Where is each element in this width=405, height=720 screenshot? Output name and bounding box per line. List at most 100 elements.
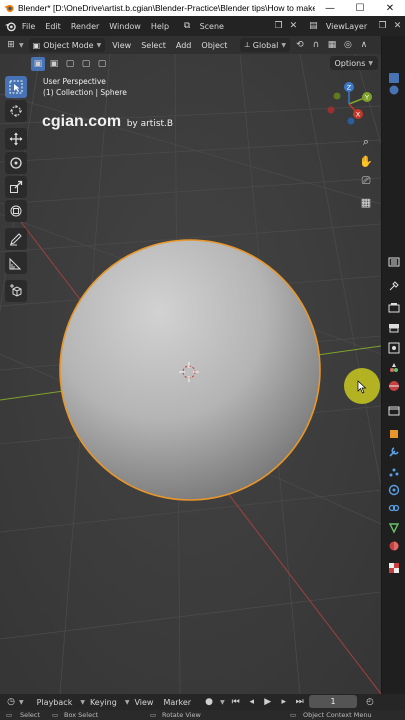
options-dropdown[interactable]: Options ▼ [329, 56, 378, 70]
mode-dropdown[interactable]: ▣ Object Mode ▼ [28, 38, 106, 52]
measure-tool[interactable] [5, 252, 27, 274]
select-invert-icon[interactable]: ▢ [79, 57, 93, 71]
snap-target-icon[interactable]: ▦ [325, 38, 339, 52]
status-select: Select [20, 711, 41, 719]
collection-properties-icon[interactable] [388, 404, 400, 416]
menu-keying[interactable]: Keying [85, 698, 122, 707]
proportional-edit-icon[interactable]: ◎ [341, 38, 355, 52]
add-cube-tool[interactable] [5, 280, 27, 302]
menu-render[interactable]: Render [66, 22, 104, 31]
tool-settings-icon[interactable] [388, 280, 400, 292]
3d-viewport[interactable]: Options ▼ [0, 54, 381, 694]
menu-playback[interactable]: Playback [32, 698, 78, 707]
maximize-button[interactable]: ☐ [345, 3, 375, 14]
close-button[interactable]: ✕ [375, 3, 405, 14]
pan-hand-icon[interactable]: ✋ [357, 152, 375, 170]
constraints-properties-icon[interactable] [388, 502, 400, 514]
camera-view-icon[interactable]: ⎚ [357, 172, 375, 190]
gizmo-neg-y[interactable] [333, 92, 341, 100]
chevron-down-icon[interactable]: ▼ [19, 699, 24, 706]
left-toolbar [5, 76, 29, 304]
scale-tool[interactable] [5, 176, 27, 198]
cursor-tool[interactable] [5, 100, 27, 122]
perspective-toggle-icon[interactable]: ▦ [357, 193, 375, 211]
select-subtract-icon[interactable]: ▢ [63, 57, 77, 71]
blender-logo-icon [4, 5, 14, 12]
select-extend-icon[interactable]: ▣ [47, 57, 61, 71]
chevron-down-icon[interactable]: ▼ [19, 42, 24, 49]
physics-properties-icon[interactable] [388, 484, 400, 496]
orientation-dropdown[interactable]: ⟂ Global ▼ [240, 38, 290, 52]
menu-window[interactable]: Window [104, 22, 146, 31]
menu-edit[interactable]: Edit [40, 22, 66, 31]
scene-remove-icon[interactable]: ✕ [287, 19, 300, 33]
record-icon[interactable]: ● [202, 695, 216, 709]
data-properties-icon[interactable] [388, 522, 400, 534]
editor-type-icon[interactable]: ⊞ [4, 38, 18, 52]
world-properties-icon[interactable] [388, 380, 400, 392]
menu-object[interactable]: Object [196, 41, 232, 50]
viewlayer-selector[interactable]: ViewLayer [321, 22, 375, 31]
gizmo-neg-x[interactable] [327, 106, 335, 114]
menu-add[interactable]: Add [171, 41, 197, 50]
status-bar: ▭ Select ▭ Box Select ▭ Rotate View ▭ Ob… [0, 710, 405, 720]
properties-tab-strip [381, 36, 405, 694]
rotate-tool[interactable] [5, 152, 27, 174]
select-box-tool[interactable] [5, 76, 27, 98]
menu-help[interactable]: Help [146, 22, 174, 31]
collection-info-label: (1) Collection | Sphere [43, 88, 127, 97]
scene-copy-icon[interactable]: ❐ [272, 19, 285, 33]
properties-editor-icon[interactable] [388, 256, 400, 268]
pivot-point-icon[interactable]: ⟲ [293, 38, 307, 52]
window-title: Blender* [D:\OneDrive\artist.b.cgian\Ble… [18, 3, 315, 13]
measure-ruler-icon [9, 257, 22, 270]
falloff-icon[interactable]: ∧ [357, 38, 371, 52]
scene-properties-icon[interactable] [388, 362, 400, 374]
menu-file[interactable]: File [17, 22, 40, 31]
minimize-button[interactable]: — [315, 3, 345, 14]
jump-end-icon[interactable]: ⏭ [293, 695, 307, 709]
mode-label: Object Mode [43, 40, 94, 50]
move-tool[interactable] [5, 128, 27, 150]
play-icon[interactable]: ▶ [261, 695, 275, 709]
modifier-properties-icon[interactable] [388, 446, 400, 458]
view-layer-properties-icon[interactable] [388, 342, 400, 354]
particles-properties-icon[interactable] [388, 466, 400, 478]
gizmo-neg-z[interactable] [347, 117, 355, 125]
zoom-icon[interactable]: ⌕ [357, 133, 375, 151]
next-keyframe-icon[interactable]: ▸ [277, 695, 291, 709]
mouse-right-icon: ▭ [150, 711, 157, 719]
menu-marker[interactable]: Marker [158, 698, 196, 707]
annotate-tool[interactable] [5, 228, 27, 250]
prev-keyframe-icon[interactable]: ◂ [245, 695, 259, 709]
scene-selector[interactable]: Scene [195, 22, 271, 31]
viewlayer-copy-icon[interactable]: ❐ [376, 19, 389, 33]
output-properties-icon[interactable] [388, 322, 400, 334]
transform-tool[interactable] [5, 200, 27, 222]
viewport-grid [0, 54, 381, 694]
viewlayer-remove-icon[interactable]: ✕ [391, 19, 404, 33]
render-properties-icon[interactable] [388, 302, 400, 314]
menu-view[interactable]: View [107, 41, 136, 50]
object-properties-icon[interactable] [388, 428, 400, 440]
texture-properties-icon[interactable] [388, 562, 400, 574]
jump-start-icon[interactable]: ⏮ [229, 695, 243, 709]
current-frame-field[interactable]: 1 [309, 695, 357, 708]
select-intersect-icon[interactable]: ▢ [95, 57, 109, 71]
select-new-icon[interactable]: ▣ [31, 57, 45, 71]
material-properties-icon[interactable] [388, 540, 400, 552]
menu-timeline-view[interactable]: View [129, 698, 158, 707]
scene-browse-icon[interactable]: ⧉ [181, 19, 194, 33]
navigation-gizmo[interactable]: Y Z X [321, 80, 379, 128]
status-rotate-view: Rotate View [162, 711, 201, 719]
menu-select[interactable]: Select [136, 41, 171, 50]
clock-icon[interactable]: ◴ [363, 695, 377, 709]
timeline-editor-icon[interactable]: ◷ [4, 695, 18, 709]
snap-icon[interactable]: ∩ [309, 38, 323, 52]
chevron-down-icon: ▼ [281, 41, 286, 49]
blender-menu-icon[interactable] [4, 19, 17, 33]
rotate-icon [10, 157, 22, 169]
overlay-toggle-icon[interactable] [388, 72, 400, 84]
viewlayer-browse-icon[interactable]: ▤ [307, 19, 320, 33]
shading-toggle-icon[interactable] [388, 84, 400, 96]
